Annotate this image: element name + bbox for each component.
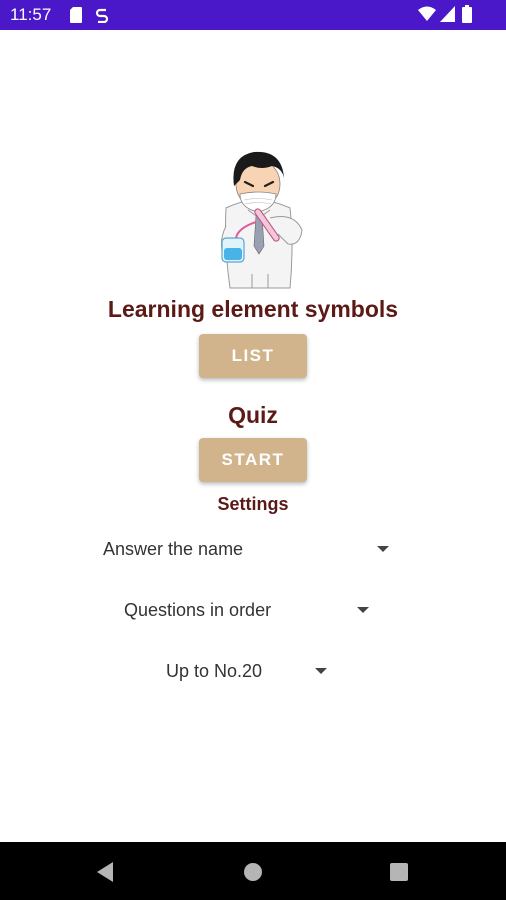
question-order-selected: Questions in order	[124, 600, 272, 620]
answer-type-dropdown[interactable]: Answer the name	[103, 534, 393, 564]
home-icon[interactable]	[243, 862, 263, 882]
answer-type-selected: Answer the name	[103, 539, 244, 559]
dropdown-arrow-icon	[315, 668, 327, 674]
status-bar: 11:57	[0, 0, 506, 30]
scientist-illustration	[220, 151, 303, 289]
dropdown-arrow-icon	[357, 607, 369, 613]
wifi-icon	[418, 6, 436, 21]
start-button[interactable]: START	[199, 438, 307, 482]
dropdown-arrow-icon	[377, 546, 389, 552]
signal-icon	[440, 6, 455, 22]
learning-title: Learning element symbols	[107, 296, 399, 322]
settings-title: Settings	[217, 494, 289, 514]
quiz-title: Quiz	[228, 402, 278, 428]
question-range-dropdown[interactable]: Up to No.20	[166, 656, 336, 686]
main-screen: Learning element symbols LIST Quiz START…	[0, 30, 506, 842]
list-button[interactable]: LIST	[199, 334, 307, 378]
navigation-bar	[0, 842, 506, 900]
question-order-dropdown[interactable]: Questions in order	[124, 595, 374, 625]
sd-card-icon	[70, 7, 82, 23]
recents-icon[interactable]	[390, 863, 408, 881]
sync-icon	[95, 8, 109, 23]
battery-icon	[462, 5, 472, 23]
back-icon[interactable]	[95, 861, 115, 883]
question-range-selected: Up to No.20	[166, 661, 263, 681]
status-time: 11:57	[10, 5, 52, 24]
